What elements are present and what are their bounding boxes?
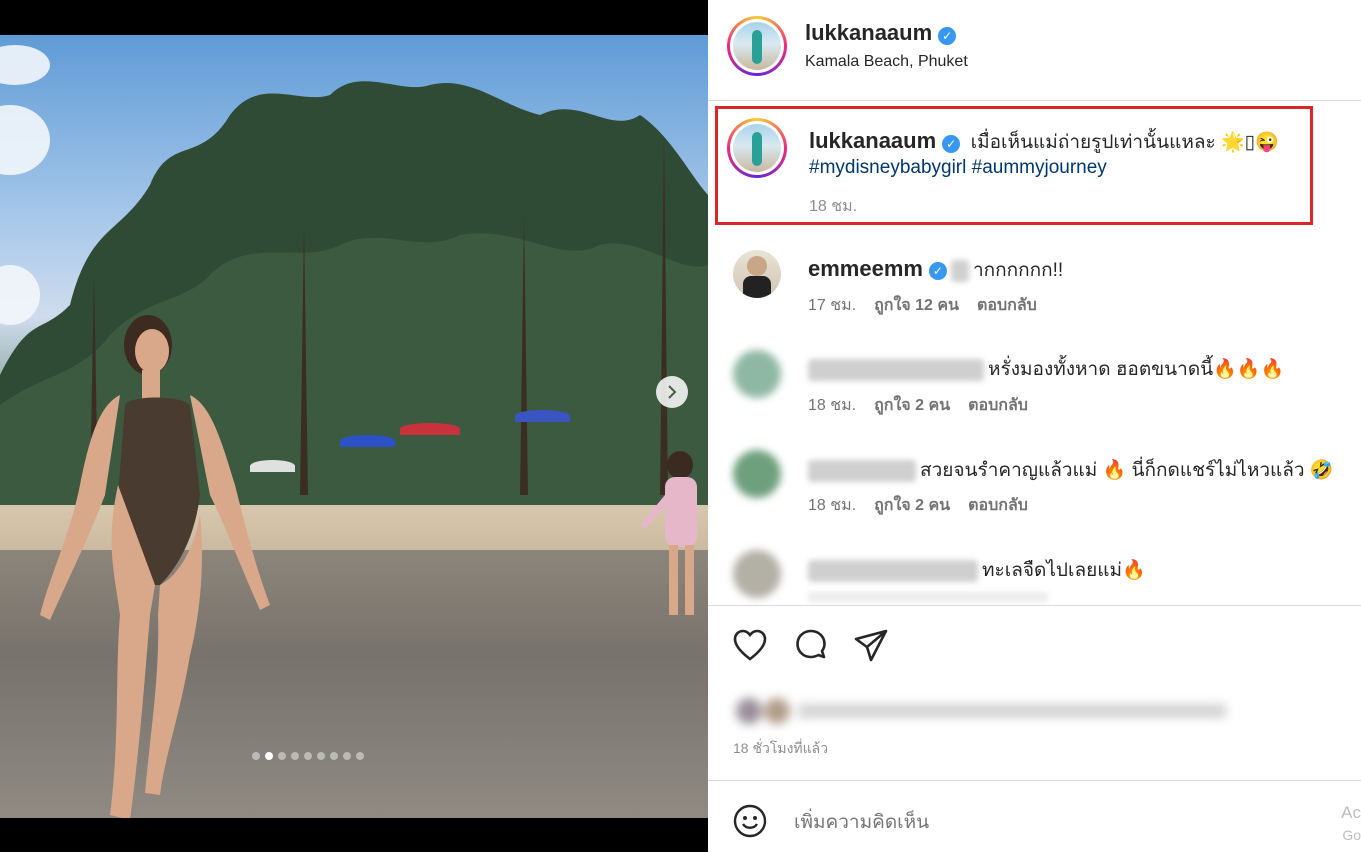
reply-button[interactable]: ตอบกลับ — [968, 393, 1028, 418]
carousel-next-button[interactable] — [656, 376, 688, 408]
comment-likes[interactable]: ถูกใจ 2 คน — [874, 393, 950, 418]
carousel-dot — [343, 752, 351, 760]
watermark-line2: Go — [1342, 827, 1361, 843]
comment-body: ทะเลจืดไปเลยแม่🔥 — [982, 560, 1146, 581]
share-icon[interactable] — [853, 628, 889, 664]
comment-icon[interactable] — [793, 628, 829, 664]
comment-body: หรั่งมองทั้งหาด ฮอตขนาดนี้🔥🔥🔥 — [988, 359, 1285, 380]
post-location[interactable]: Kamala Beach, Phuket — [805, 53, 968, 71]
verified-icon: ✓ — [938, 26, 957, 45]
comment-meta: 18 ชม. ถูกใจ 2 คน ตอบกลับ — [808, 493, 1028, 518]
post-sidebar: lukkanaaum ✓ Kamala Beach, Phuket lukkana… — [708, 0, 1361, 852]
blurred-username[interactable] — [808, 358, 984, 381]
carousel-dot — [304, 752, 312, 760]
carousel-dot — [252, 752, 260, 760]
comment-1: emmeemm ✓ ากกกกกก!! — [808, 255, 1063, 285]
comment-time[interactable]: 17 ชม. — [808, 293, 856, 318]
carousel-dot — [278, 752, 286, 760]
post-timestamp[interactable]: 18 ชั่วโมงที่แล้ว — [733, 738, 828, 760]
caption-hashtags[interactable]: #mydisneybabygirl #aummyjourney — [809, 157, 1107, 179]
watermark-line1: Ac — [1341, 803, 1361, 822]
carousel-dot — [356, 752, 364, 760]
comment-avatar[interactable] — [733, 450, 781, 498]
reply-button[interactable]: ตอบกลับ — [968, 493, 1028, 518]
carousel-indicator — [252, 752, 364, 760]
comment-meta: 18 ชม. ถูกใจ 2 คน ตอบกลับ — [808, 393, 1028, 418]
post-photo — [0, 35, 708, 818]
chevron-right-icon — [668, 385, 677, 399]
comment-time[interactable]: 18 ชม. — [808, 493, 856, 518]
author-avatar[interactable] — [727, 16, 787, 76]
verified-icon: ✓ — [942, 134, 961, 153]
carousel-dot — [330, 752, 338, 760]
caption-time[interactable]: 18 ชม. — [809, 194, 857, 219]
comment-2: หรั่งมองทั้งหาด ฮอตขนาดนี้🔥🔥🔥 — [808, 354, 1284, 384]
comment-likes[interactable]: ถูกใจ 12 คน — [874, 293, 959, 318]
carousel-dot — [265, 752, 273, 760]
caption-text: เมื่อเห็นแม่ถ่ายรูปเท่านั้นแหละ 🌟▯😜 — [970, 132, 1279, 153]
comment-body: ากกกกกก!! — [972, 260, 1064, 281]
carousel-dot — [291, 752, 299, 760]
heart-icon[interactable] — [732, 628, 768, 664]
comment-composer: Ac Go — [708, 780, 1361, 853]
comment-body: สวยจนรำคาญแล้วแม่ 🔥 นี่ก็กดแชร์ไม่ไหวแล้… — [920, 460, 1334, 481]
caption-line: lukkanaaum ✓ เมื่อเห็นแม่ถ่ายรูปเท่านั้นแ… — [809, 127, 1279, 157]
woman-figure — [40, 315, 270, 818]
reply-button[interactable]: ตอบกลับ — [977, 293, 1037, 318]
caption-avatar[interactable] — [727, 118, 787, 178]
blurred-username[interactable] — [808, 559, 978, 582]
child-figure — [640, 451, 697, 615]
caption-username[interactable]: lukkanaaum — [809, 128, 936, 153]
comment-meta: 17 ชม. ถูกใจ 12 คน ตอบกลับ — [808, 293, 1037, 318]
comment-avatar[interactable] — [733, 250, 781, 298]
comment-likes[interactable]: ถูกใจ 2 คน — [874, 493, 950, 518]
comment-time[interactable]: 18 ชม. — [808, 393, 856, 418]
post-header: lukkanaaum ✓ Kamala Beach, Phuket — [708, 0, 1361, 101]
blurred-username[interactable] — [808, 459, 916, 482]
comment-avatar[interactable] — [733, 350, 781, 398]
verified-icon: ✓ — [928, 261, 947, 280]
comment-3: สวยจนรำคาญแล้วแม่ 🔥 นี่ก็กดแชร์ไม่ไหวแล้… — [808, 455, 1334, 485]
comment-4: ทะเลจืดไปเลยแม่🔥 — [808, 555, 1146, 585]
carousel-dot — [317, 752, 325, 760]
comment-avatar[interactable] — [733, 550, 781, 598]
comment-username[interactable]: emmeemm — [808, 256, 923, 281]
liked-by-row[interactable] — [736, 698, 1226, 724]
emoji-icon[interactable] — [733, 804, 767, 838]
comment-input[interactable] — [792, 807, 1226, 839]
action-bar: 18 ชั่วโมงที่แล้ว — [708, 605, 1361, 781]
author-username[interactable]: lukkanaaum — [805, 20, 932, 45]
post-media[interactable] — [0, 0, 708, 852]
